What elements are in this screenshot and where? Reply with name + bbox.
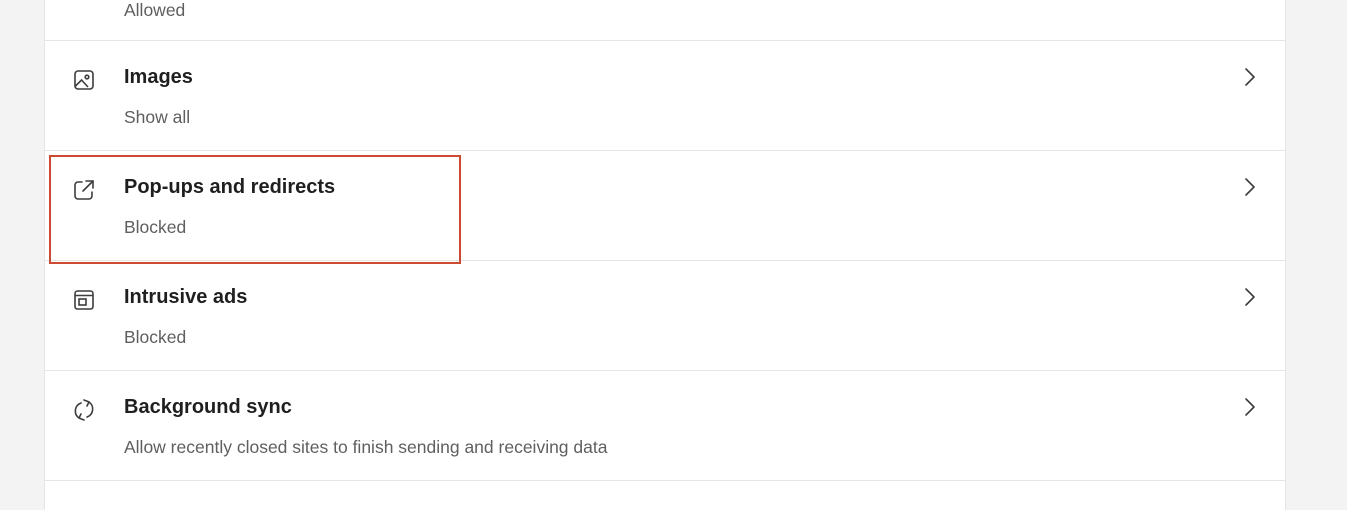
background-sync-subtitle: Allow recently closed sites to finish se… — [124, 437, 608, 457]
chevron-right-icon[interactable] — [1238, 396, 1262, 420]
chevron-right-icon[interactable] — [1238, 66, 1262, 90]
image-icon — [71, 67, 97, 93]
images-subtitle: Show all — [124, 107, 191, 127]
external-link-icon — [71, 177, 97, 203]
settings-row-popups[interactable]: Pop-ups and redirects Blocked — [45, 151, 1285, 261]
settings-row-images[interactable]: Images Show all — [45, 41, 1285, 151]
settings-row-previous[interactable]: Allowed — [45, 0, 1285, 41]
images-title: Images — [124, 66, 193, 88]
sync-icon — [71, 397, 97, 423]
popups-subtitle: Blocked — [124, 217, 187, 237]
chevron-right-icon[interactable] — [1238, 286, 1262, 310]
chevron-right-icon[interactable] — [1238, 176, 1262, 200]
intrusive-ads-title: Intrusive ads — [124, 286, 248, 308]
intrusive-ads-subtitle: Blocked — [124, 327, 187, 347]
settings-row-intrusive-ads[interactable]: Intrusive ads Blocked — [45, 261, 1285, 371]
settings-row-background-sync[interactable]: Background sync Allow recently closed si… — [45, 371, 1285, 481]
ad-window-icon — [71, 287, 97, 313]
previous-row-subtitle: Allowed — [124, 0, 186, 20]
background-sync-title: Background sync — [124, 396, 292, 418]
popups-title: Pop-ups and redirects — [124, 176, 336, 198]
settings-card: Allowed Images Show all Pop-ups and redi… — [45, 0, 1285, 510]
